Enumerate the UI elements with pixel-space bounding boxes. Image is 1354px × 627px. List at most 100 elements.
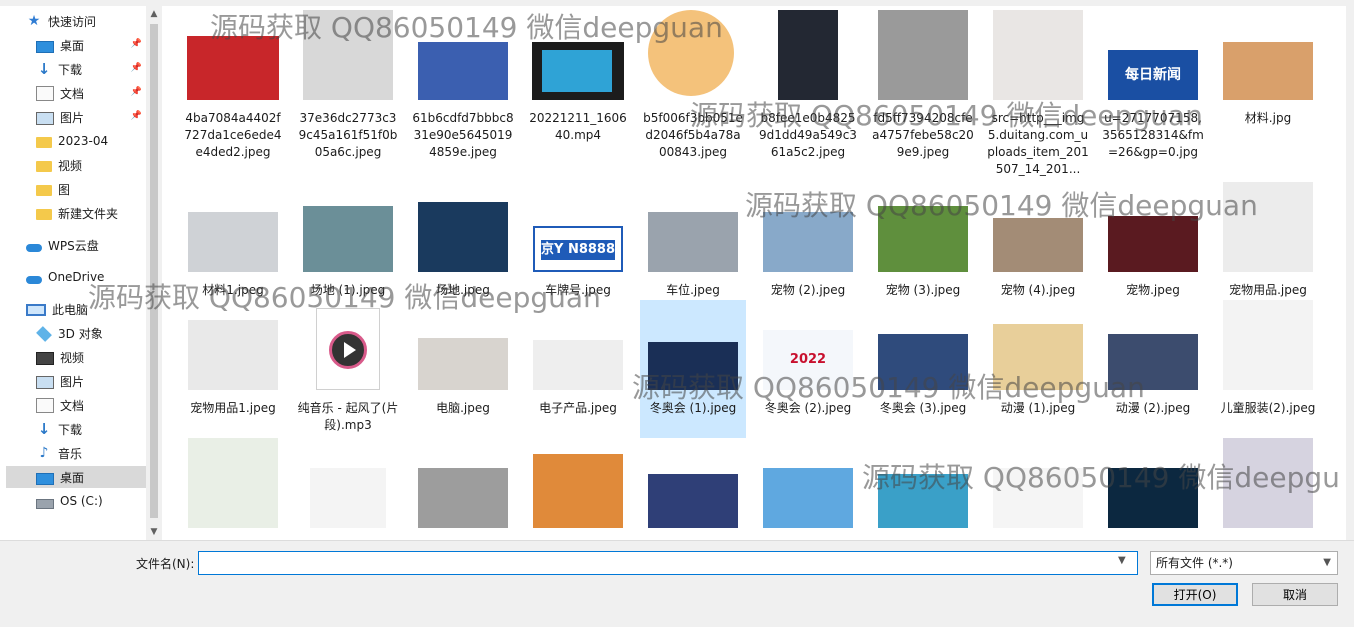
navigation-scrollbar[interactable]: ▲ ▼ xyxy=(146,6,162,540)
thumbnail-image xyxy=(418,468,508,528)
sidebar-item-14[interactable]: 图片 xyxy=(6,370,146,392)
file-item[interactable]: b5f006f3bb051ed2046f5b4a78a00843.jpeg xyxy=(640,10,746,160)
filename-input[interactable] xyxy=(198,551,1138,575)
sidebar-item-18[interactable]: 桌面 xyxy=(6,466,146,488)
sidebar-item-9[interactable]: WPS云盘 xyxy=(6,234,146,256)
file-item[interactable]: b8fee1e0b48259d1dd49a549c361a5c2.jpeg xyxy=(755,10,861,160)
file-item[interactable]: 车位.jpeg xyxy=(640,182,746,297)
file-thumbnail xyxy=(525,438,631,528)
sidebar-item-19[interactable]: OS (C:) xyxy=(6,490,146,512)
file-item[interactable]: 材料.jpg xyxy=(1215,10,1321,160)
file-item[interactable] xyxy=(1100,438,1206,540)
file-item[interactable] xyxy=(1215,438,1321,540)
file-item[interactable]: 20221211_160640.mp4 xyxy=(525,10,631,160)
thumbnail-image: 每日新闻 xyxy=(1108,50,1198,100)
file-item[interactable]: 4ba7084a4402f727da1ce6ede4e4ded2.jpeg xyxy=(180,10,286,160)
sidebar-item-label: 音乐 xyxy=(58,446,83,461)
file-item[interactable]: 每日新闻 u=2717707158,3565128314&fm=26&gp=0.j… xyxy=(1100,10,1206,160)
sidebar-item-15[interactable]: 文档 xyxy=(6,394,146,416)
file-item[interactable] xyxy=(870,438,976,540)
file-name: 宠物.jpeg xyxy=(1126,283,1180,297)
file-name: 电子产品.jpeg xyxy=(539,401,617,415)
sidebar-item-13[interactable]: 视频 xyxy=(6,346,146,368)
file-item[interactable] xyxy=(640,438,746,540)
sidebar-item-8[interactable]: 新建文件夹 xyxy=(6,202,146,224)
file-item[interactable]: 宠物.jpeg xyxy=(1100,182,1206,297)
scroll-down-arrow[interactable]: ▼ xyxy=(146,524,162,540)
file-name: 宠物用品1.jpeg xyxy=(190,401,276,415)
thumbnail-image xyxy=(878,10,968,100)
sidebar-item-10[interactable]: OneDrive xyxy=(6,266,146,288)
file-item[interactable] xyxy=(295,438,401,540)
file-item[interactable] xyxy=(180,438,286,540)
folder-icon xyxy=(36,185,52,196)
file-item[interactable]: 冬奥会 (3).jpeg xyxy=(870,300,976,438)
thumbnail-image xyxy=(418,42,508,100)
file-list-view[interactable]: 4ba7084a4402f727da1ce6ede4e4ded2.jpeg 37e… xyxy=(164,6,1346,540)
folder-icon xyxy=(36,137,52,148)
file-item[interactable]: 61b6cdfd7bbbc831e90e56450194859e.jpeg xyxy=(410,10,516,160)
sidebar-item-11[interactable]: 此电脑 xyxy=(6,298,146,320)
sidebar-item-7[interactable]: 图 xyxy=(6,178,146,200)
file-item[interactable]: 冬奥会 (1).jpeg xyxy=(640,300,746,438)
file-thumbnail: 每日新闻 xyxy=(1100,10,1206,100)
sidebar-item-6[interactable]: 视频 xyxy=(6,154,146,176)
file-item[interactable]: 电脑.jpeg xyxy=(410,300,516,438)
thumbnail-image xyxy=(1223,438,1313,528)
file-thumbnail: 京Y N8888 xyxy=(525,182,631,272)
file-item[interactable]: 宠物用品.jpeg xyxy=(1215,182,1321,297)
navigation-pane[interactable]: ★ 快速访问 桌面 📌 ↓ 下载 📌 文档 📌 图片 📌 2023-04 视频图新建文件夹 WPS云盘 On… xyxy=(6,6,146,540)
sidebar-item-16[interactable]: ↓ 下载 xyxy=(6,418,146,440)
thumbnail-image xyxy=(993,468,1083,528)
file-item[interactable]: src=http___img5.duitang.com_uploads_item… xyxy=(985,10,1091,176)
file-thumbnail xyxy=(1215,10,1321,100)
folder-icon xyxy=(36,161,52,172)
file-item[interactable]: 京Y N8888 车牌号.jpeg xyxy=(525,182,631,297)
thumbnail-image xyxy=(316,308,380,390)
sidebar-item-label: WPS云盘 xyxy=(48,238,99,253)
file-type-select[interactable]: 所有文件 (*.*) ▼ xyxy=(1150,551,1338,575)
scroll-up-arrow[interactable]: ▲ xyxy=(146,6,162,22)
sidebar-item-12[interactable]: 3D 对象 xyxy=(6,322,146,344)
file-name: 车牌号.jpeg xyxy=(545,283,611,297)
file-name: 冬奥会 (1).jpeg xyxy=(649,401,737,415)
file-item[interactable]: 宠物 (3).jpeg xyxy=(870,182,976,297)
pin-icon: 📌 xyxy=(130,87,142,97)
file-item[interactable] xyxy=(525,438,631,540)
thumbnail-image: 京Y N8888 xyxy=(533,226,623,272)
file-item[interactable]: 宠物 (2).jpeg xyxy=(755,182,861,297)
file-item[interactable]: 动漫 (1).jpeg xyxy=(985,300,1091,438)
file-thumbnail xyxy=(870,300,976,390)
file-item[interactable]: 场地 (1).jpeg xyxy=(295,182,401,297)
file-dialog-footer: 文件名(N): ▼ 所有文件 (*.*) ▼ 打开(O) 取消 xyxy=(0,540,1354,627)
sidebar-item-17[interactable]: ♪ 音乐 xyxy=(6,442,146,464)
sidebar-item-4[interactable]: 图片 📌 xyxy=(6,106,146,128)
file-item[interactable]: 动漫 (2).jpeg xyxy=(1100,300,1206,438)
cloud-icon xyxy=(26,243,42,252)
file-item[interactable]: 37e36dc2773c39c45a161f51f0b05a6c.jpeg xyxy=(295,10,401,160)
file-item[interactable]: 电子产品.jpeg xyxy=(525,300,631,438)
file-item[interactable] xyxy=(985,438,1091,540)
sidebar-item-3[interactable]: 文档 📌 xyxy=(6,82,146,104)
file-item[interactable]: 宠物用品1.jpeg xyxy=(180,300,286,438)
file-item[interactable]: 宠物 (4).jpeg xyxy=(985,182,1091,297)
scrollbar-thumb[interactable] xyxy=(150,24,158,518)
file-thumbnail: 2022 xyxy=(755,300,861,390)
file-item[interactable]: 2022 冬奥会 (2).jpeg xyxy=(755,300,861,438)
file-thumbnail xyxy=(1100,300,1206,390)
sidebar-item-0[interactable]: ★ 快速访问 xyxy=(6,10,146,32)
sidebar-item-2[interactable]: ↓ 下载 📌 xyxy=(6,58,146,80)
file-item[interactable]: 材料1.jpeg xyxy=(180,182,286,297)
file-name: b8fee1e0b48259d1dd49a549c361a5c2.jpeg xyxy=(759,111,857,159)
cancel-button[interactable]: 取消 xyxy=(1252,583,1338,606)
file-item[interactable]: 场地.jpeg xyxy=(410,182,516,297)
sidebar-item-1[interactable]: 桌面 📌 xyxy=(6,34,146,56)
sidebar-item-5[interactable]: 2023-04 xyxy=(6,130,146,152)
filename-history-dropdown-icon[interactable]: ▼ xyxy=(1118,555,1126,566)
file-item[interactable]: 儿童服装(2).jpeg xyxy=(1215,300,1321,438)
file-item[interactable] xyxy=(410,438,516,540)
file-item[interactable]: 纯音乐 - 起风了(片段).mp3 xyxy=(295,300,401,438)
file-item[interactable]: fd5ff7394208cfea4757febe58c209e9.jpeg xyxy=(870,10,976,160)
open-button[interactable]: 打开(O) xyxy=(1152,583,1238,606)
file-item[interactable] xyxy=(755,438,861,540)
